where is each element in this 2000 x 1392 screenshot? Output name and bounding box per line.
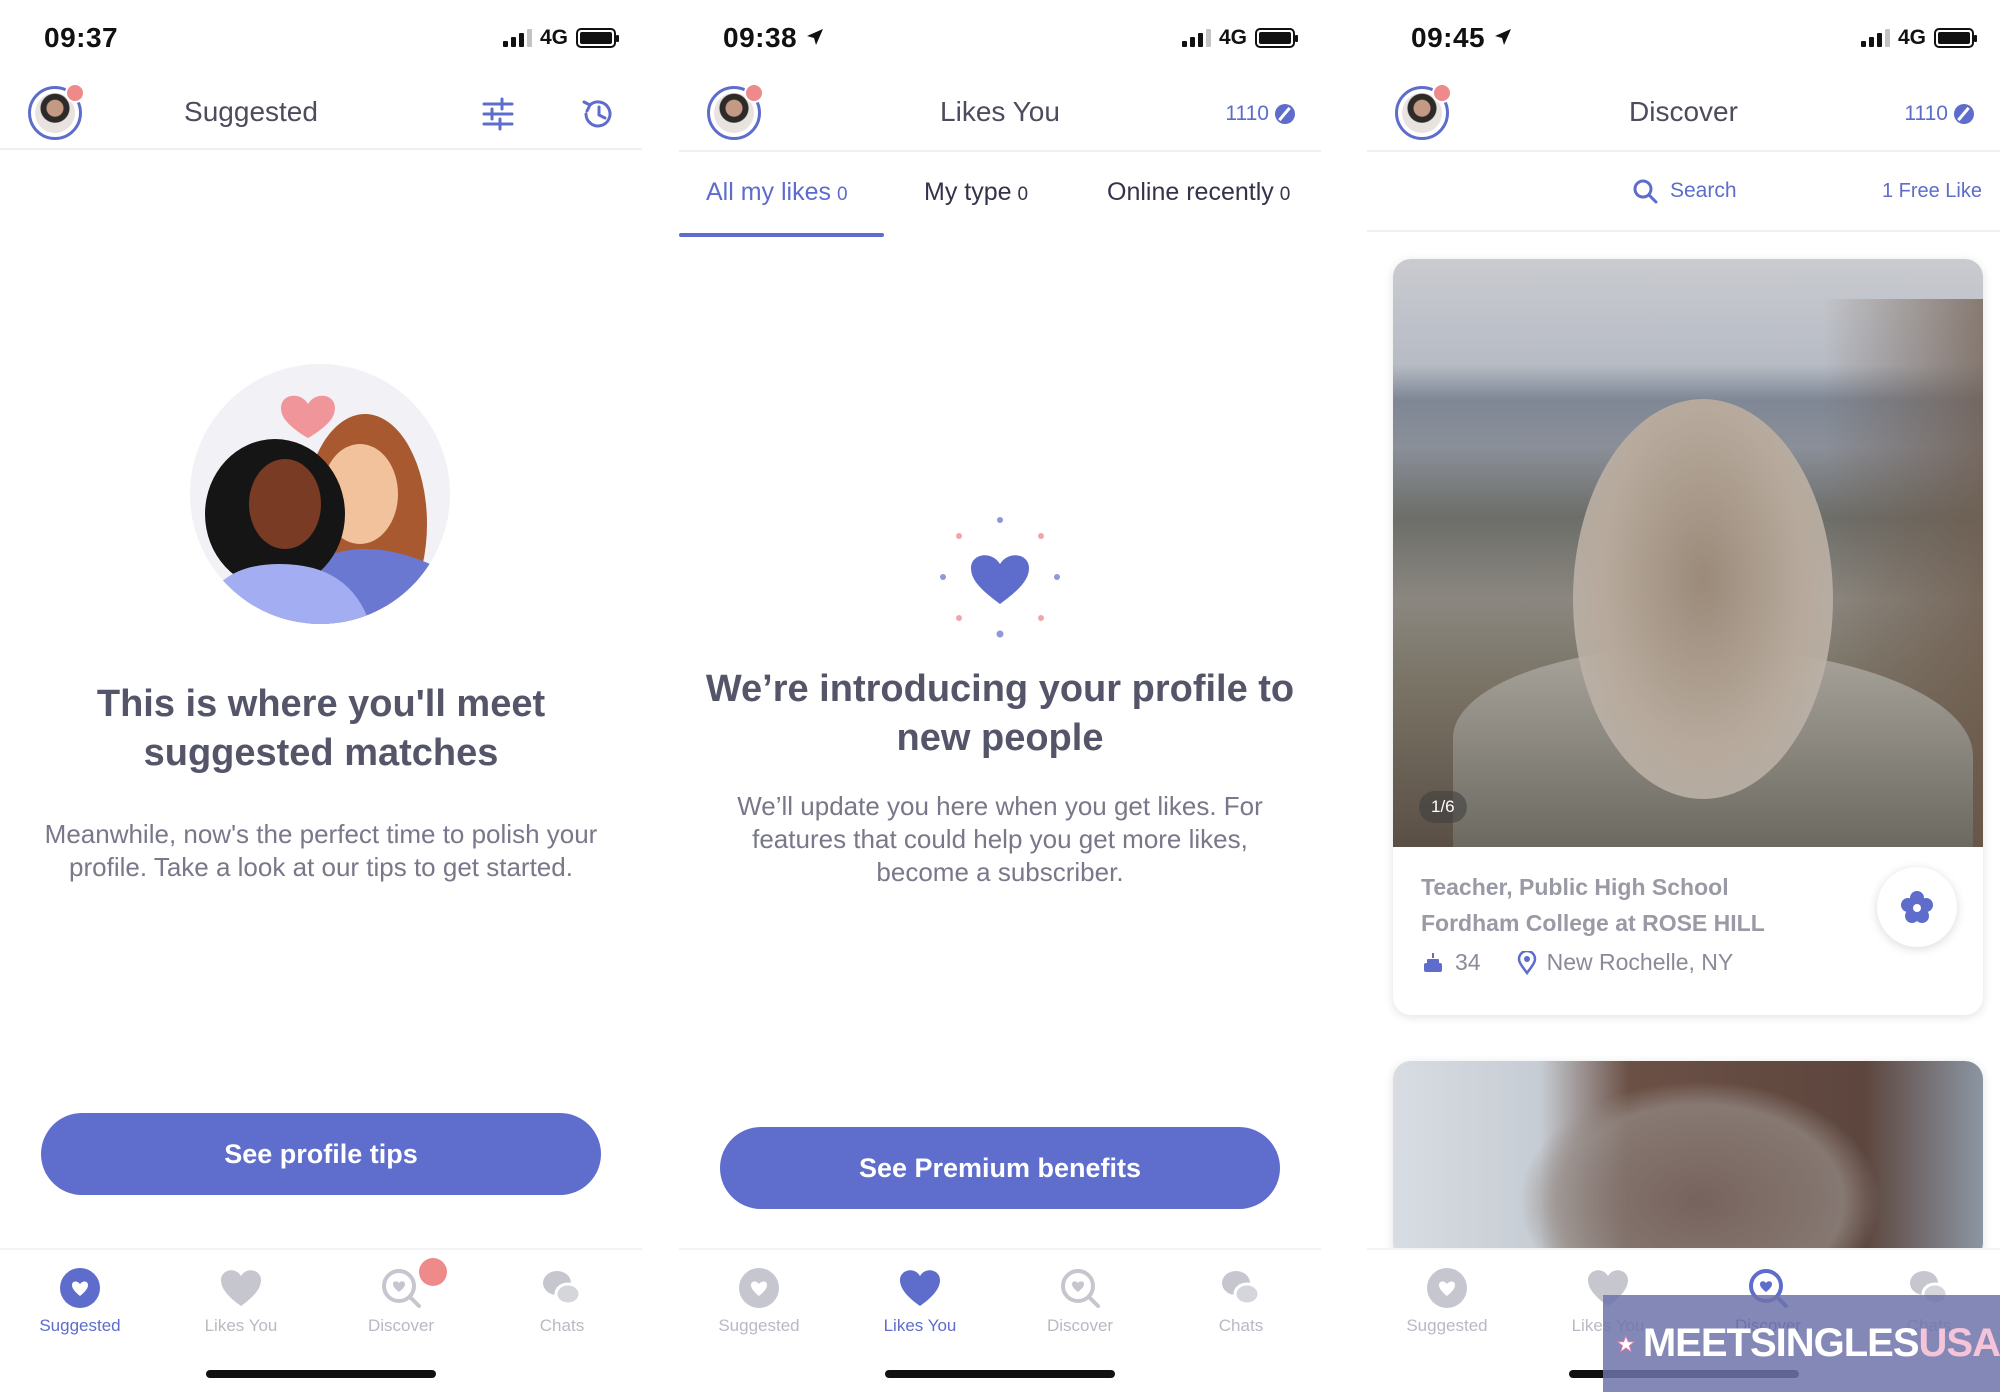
profile-card-next[interactable]: [1393, 1061, 1983, 1261]
like-flower-button[interactable]: [1877, 867, 1957, 947]
profile-info: Teacher, Public High School Fordham Coll…: [1393, 847, 1983, 1015]
chats-icon: [540, 1266, 584, 1310]
credits-counter[interactable]: 1110: [1225, 102, 1295, 126]
battery-icon: [576, 28, 619, 48]
signal-icon: [1860, 29, 1890, 47]
tab-chats[interactable]: Chats: [1171, 1266, 1311, 1336]
heart-icon: [898, 1266, 942, 1310]
credits-counter[interactable]: 1110: [1904, 102, 1974, 126]
profile-location: New Rochelle, NY: [1546, 949, 1734, 975]
tab-suggested-label: Suggested: [718, 1316, 800, 1335]
see-profile-tips-button[interactable]: See profile tips: [41, 1113, 601, 1195]
likes-tabs: All my likes 0 My type 0 Online recently 0: [679, 150, 1321, 238]
tab-likes-you[interactable]: Likes You: [850, 1266, 990, 1336]
tab-likes-you-label: Likes You: [204, 1316, 278, 1335]
heart-sparkle-icon: [935, 512, 1065, 642]
tab-suggested[interactable]: Suggested: [10, 1266, 150, 1336]
tab-suggested[interactable]: Suggested: [1377, 1266, 1517, 1336]
location-arrow-icon: [1495, 29, 1512, 45]
discover-toolbar: Search 1 Free Like: [1367, 150, 2000, 232]
suggested-icon: [737, 1266, 781, 1310]
tab-chats-label: Chats: [539, 1316, 585, 1335]
battery-icon: [1255, 28, 1298, 48]
tab-suggested-label: Suggested: [39, 1316, 121, 1335]
discover-badge: [419, 1258, 447, 1286]
profile-job: Teacher, Public High School: [1421, 874, 1729, 900]
search-icon: [1633, 179, 1658, 204]
location-pin-icon: [1517, 950, 1536, 975]
empty-state-body: We’ll update you here when you get likes…: [737, 791, 1263, 887]
battery-icon: [1934, 28, 1977, 48]
active-tab-indicator: [679, 233, 884, 237]
chats-icon: [1219, 1266, 1263, 1310]
top-bar: Suggested: [0, 76, 642, 150]
tab-chats-label: Chats: [1218, 1316, 1264, 1335]
status-bar: 09:45 4G: [1367, 0, 2000, 76]
photo-counter: 1/6: [1419, 791, 1467, 823]
discover-icon: [1058, 1266, 1102, 1310]
empty-state-body: Meanwhile, now's the perfect time to pol…: [44, 819, 598, 882]
phone-suggested: 09:37 4G Suggested This is where you'll …: [0, 0, 642, 1392]
status-time: 09:37: [44, 22, 119, 53]
location-arrow-icon: [807, 29, 824, 45]
tab-likes-you-label: Likes You: [883, 1316, 957, 1335]
profile-age: 34: [1455, 949, 1481, 975]
free-like-counter[interactable]: 1 Free Like: [1882, 180, 1982, 203]
profile-photo[interactable]: 1/6: [1393, 259, 1983, 847]
see-premium-benefits-button[interactable]: See Premium benefits: [720, 1127, 1280, 1209]
signal-icon: [502, 29, 532, 47]
phone-likes-you: 09:38 4G Likes You 1110 All my likes 0 My…: [679, 0, 1321, 1392]
birthday-cake-icon: [1424, 952, 1442, 972]
profile-card[interactable]: 1/6 Teacher, Public High School Fordham …: [1393, 259, 1983, 1015]
network-label: 4G: [1897, 26, 1926, 49]
status-bar: 09:38 4G: [679, 0, 1321, 76]
app-comparison: 09:37 4G Suggested This is where you'll …: [0, 0, 2000, 1392]
status-time: 09:45: [1411, 22, 1513, 54]
top-bar: Likes You 1110: [679, 76, 1321, 150]
heart-icon: [219, 1266, 263, 1310]
tab-chats[interactable]: Chats: [492, 1266, 632, 1336]
search-label: Search: [1670, 179, 1737, 202]
suggested-icon: [1425, 1266, 1469, 1310]
credits-icon: [1954, 104, 1974, 124]
search-button[interactable]: Search: [1632, 178, 1737, 204]
tab-suggested-label: Suggested: [1406, 1316, 1488, 1335]
history-icon[interactable]: [578, 94, 618, 134]
star-logo-icon: [1617, 1334, 1635, 1353]
watermark-text: MEETSINGLESUSA: [1642, 1321, 2000, 1365]
profile-school: Fordham College at ROSE HILL: [1421, 910, 1765, 936]
tab-discover-label: Discover: [367, 1316, 435, 1335]
flower-icon: [1901, 891, 1933, 923]
filter-sliders-icon[interactable]: [478, 94, 518, 134]
tab-discover-label: Discover: [1046, 1316, 1114, 1335]
status-bar: 09:37 4G: [0, 0, 642, 76]
network-label: 4G: [1218, 26, 1247, 49]
suggested-icon: [58, 1266, 102, 1310]
home-indicator: [885, 1370, 1115, 1378]
profile-photo[interactable]: [1393, 1061, 1983, 1261]
tab-discover[interactable]: Discover: [331, 1258, 471, 1336]
tab-online-recently[interactable]: Online recently 0: [1107, 178, 1290, 207]
credits-icon: [1275, 104, 1295, 124]
tab-likes-you[interactable]: Likes You: [171, 1266, 311, 1336]
tab-discover[interactable]: Discover: [1010, 1266, 1150, 1336]
meetsingles-usa-watermark: MEETSINGLESUSA: [1603, 1295, 2000, 1392]
couple-illustration: [190, 364, 450, 624]
top-bar: Discover 1110: [1367, 76, 2000, 150]
empty-state-heading: We’re introducing your profile to new pe…: [705, 668, 1295, 759]
tab-my-type[interactable]: My type 0: [924, 178, 1028, 207]
phone-discover: 09:45 4G Discover 1110 Search 1 Free Lik…: [1367, 0, 2000, 1392]
tab-suggested[interactable]: Suggested: [689, 1266, 829, 1336]
home-indicator: [206, 1370, 436, 1378]
network-label: 4G: [539, 26, 568, 49]
empty-state-heading: This is where you'll meet suggested matc…: [96, 683, 546, 774]
status-time: 09:38: [723, 22, 825, 54]
discover-icon: [379, 1258, 447, 1310]
page-title: Suggested: [184, 96, 318, 127]
tab-all-my-likes[interactable]: All my likes 0: [706, 178, 848, 207]
blurred-face: [1573, 399, 1833, 799]
signal-icon: [1181, 29, 1211, 47]
